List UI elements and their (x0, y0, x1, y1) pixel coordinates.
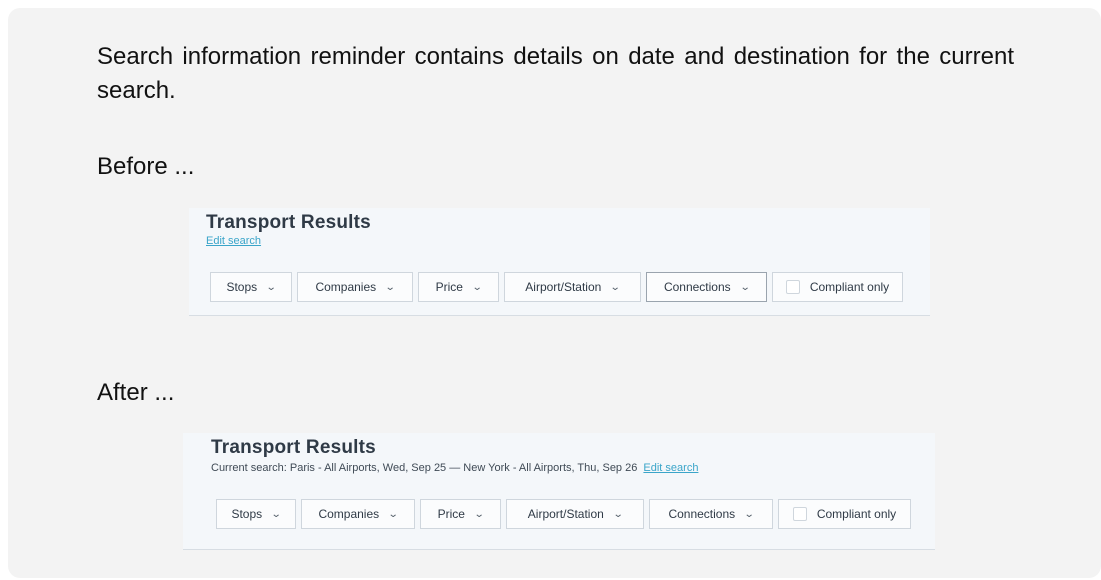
chevron-down-icon: ⌄ (387, 508, 399, 520)
page-title: Transport Results (211, 437, 376, 458)
chevron-down-icon: ⌄ (739, 281, 751, 293)
chevron-down-icon: ⌄ (612, 508, 624, 520)
filter-label: Stops (226, 280, 258, 294)
after-label: After ... (97, 379, 175, 406)
price-filter-button[interactable]: Price ⌄ (420, 499, 501, 529)
stops-filter-button[interactable]: Stops ⌄ (210, 272, 292, 302)
chevron-down-icon: ⌄ (265, 281, 277, 293)
search-reminder: Current search: Paris - All Airports, We… (211, 462, 698, 474)
price-filter-button[interactable]: Price ⌄ (418, 272, 499, 302)
page-title: Transport Results (206, 212, 371, 233)
after-results-panel: Transport Results Current search: Paris … (183, 433, 935, 550)
compliant-label: Compliant only (809, 280, 890, 294)
filter-bar: Stops ⌄ Companies ⌄ Price ⌄ Airport/Stat… (216, 499, 916, 529)
chevron-down-icon: ⌄ (743, 508, 755, 520)
filter-label: Stops (231, 507, 263, 521)
filter-label: Airport/Station (525, 280, 602, 294)
current-search-text: Current search: Paris - All Airports, We… (211, 462, 638, 474)
compliant-label: Compliant only (816, 507, 897, 521)
stops-filter-button[interactable]: Stops ⌄ (216, 499, 296, 529)
chevron-down-icon: ⌄ (610, 281, 621, 293)
checkbox-icon[interactable] (785, 280, 800, 294)
before-label: Before ... (97, 153, 195, 180)
compliant-only-toggle[interactable]: Compliant only (772, 272, 903, 302)
description-text: Search information reminder contains det… (97, 43, 1014, 104)
filter-label: Companies (315, 280, 377, 294)
checkbox-icon[interactable] (792, 507, 807, 521)
filter-label: Connections (668, 507, 736, 521)
before-results-panel: Transport Results Edit search Stops ⌄ Co… (189, 208, 930, 316)
companies-filter-button[interactable]: Companies ⌄ (301, 499, 415, 529)
airport-station-filter-button[interactable]: Airport/Station ⌄ (504, 272, 641, 302)
filter-label: Price (435, 280, 463, 294)
filter-bar: Stops ⌄ Companies ⌄ Price ⌄ Airport/Stat… (210, 272, 908, 302)
edit-search-link[interactable]: Edit search (206, 235, 261, 247)
edit-search-link[interactable]: Edit search (643, 462, 698, 474)
chevron-down-icon: ⌄ (471, 281, 483, 293)
filter-label: Connections (663, 280, 731, 294)
compliant-only-toggle[interactable]: Compliant only (778, 499, 911, 529)
chevron-down-icon: ⌄ (473, 508, 485, 520)
filter-label: Price (437, 507, 465, 521)
chevron-down-icon: ⌄ (270, 508, 282, 520)
filter-label: Airport/Station (527, 507, 604, 521)
filter-label: Companies (318, 507, 380, 521)
airport-station-filter-button[interactable]: Airport/Station ⌄ (506, 499, 644, 529)
chevron-down-icon: ⌄ (384, 281, 396, 293)
companies-filter-button[interactable]: Companies ⌄ (297, 272, 413, 302)
connections-filter-button[interactable]: Connections ⌄ (646, 272, 767, 302)
connections-filter-button[interactable]: Connections ⌄ (649, 499, 773, 529)
